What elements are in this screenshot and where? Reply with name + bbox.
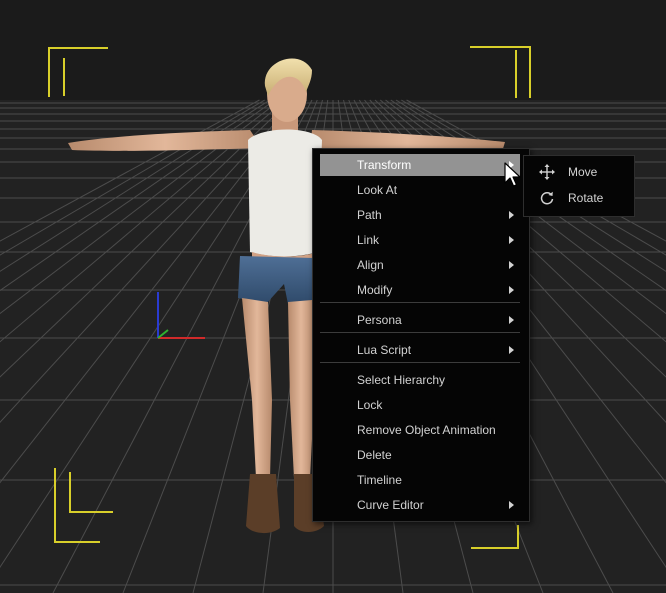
submenu-arrow-icon bbox=[509, 346, 514, 354]
submenu-item-rotate[interactable]: Rotate bbox=[528, 186, 630, 210]
menu-item-label: Link bbox=[357, 233, 380, 247]
menu-item-label: Align bbox=[357, 258, 384, 272]
menu-item-persona[interactable]: Persona bbox=[320, 309, 520, 331]
menu-item-label: Delete bbox=[357, 448, 392, 462]
menu-separator bbox=[320, 302, 520, 303]
menu-item-lua-script[interactable]: Lua Script bbox=[320, 339, 520, 361]
menu-item-delete[interactable]: Delete bbox=[320, 444, 520, 466]
menu-item-curve-editor[interactable]: Curve Editor bbox=[320, 494, 520, 516]
submenu-arrow-icon bbox=[509, 501, 514, 509]
submenu-arrow-icon bbox=[509, 261, 514, 269]
menu-separator bbox=[320, 362, 520, 363]
menu-item-path[interactable]: Path bbox=[320, 204, 520, 226]
menu-separator bbox=[320, 332, 520, 333]
transform-submenu: Move Rotate bbox=[523, 155, 635, 217]
menu-item-link[interactable]: Link bbox=[320, 229, 520, 251]
menu-item-transform[interactable]: Transform bbox=[320, 154, 520, 176]
menu-item-label: Remove Object Animation bbox=[357, 423, 496, 437]
menu-item-label: Lock bbox=[357, 398, 383, 412]
submenu-item-move[interactable]: Move bbox=[528, 160, 630, 184]
menu-item-label: Persona bbox=[357, 313, 402, 327]
submenu-arrow-icon bbox=[509, 316, 514, 324]
mouse-cursor-icon bbox=[504, 162, 521, 187]
submenu-arrow-icon bbox=[509, 211, 514, 219]
menu-item-select-hierarchy[interactable]: Select Hierarchy bbox=[320, 369, 520, 391]
menu-item-timeline[interactable]: Timeline bbox=[320, 469, 520, 491]
submenu-item-label: Rotate bbox=[568, 191, 604, 205]
submenu-arrow-icon bbox=[509, 286, 514, 294]
menu-item-label: Select Hierarchy bbox=[357, 373, 446, 387]
menu-item-label: Transform bbox=[357, 158, 412, 172]
menu-item-label: Modify bbox=[357, 283, 393, 297]
menu-item-look-at[interactable]: Look At bbox=[320, 179, 520, 201]
menu-item-lock[interactable]: Lock bbox=[320, 394, 520, 416]
context-menu: Transform Look At Path Link Align Modify Perso… bbox=[312, 148, 530, 522]
rotate-icon bbox=[540, 191, 554, 205]
submenu-arrow-icon bbox=[509, 236, 514, 244]
move-icon bbox=[539, 164, 555, 180]
menu-item-label: Lua Script bbox=[357, 343, 412, 357]
menu-item-label: Look At bbox=[357, 183, 398, 197]
submenu-item-label: Move bbox=[568, 165, 598, 179]
menu-item-label: Path bbox=[357, 208, 382, 222]
menu-item-remove-object-animation[interactable]: Remove Object Animation bbox=[320, 419, 520, 441]
menu-item-label: Timeline bbox=[357, 473, 402, 487]
menu-item-label: Curve Editor bbox=[357, 498, 424, 512]
menu-item-modify[interactable]: Modify bbox=[320, 279, 520, 301]
menu-item-align[interactable]: Align bbox=[320, 254, 520, 276]
